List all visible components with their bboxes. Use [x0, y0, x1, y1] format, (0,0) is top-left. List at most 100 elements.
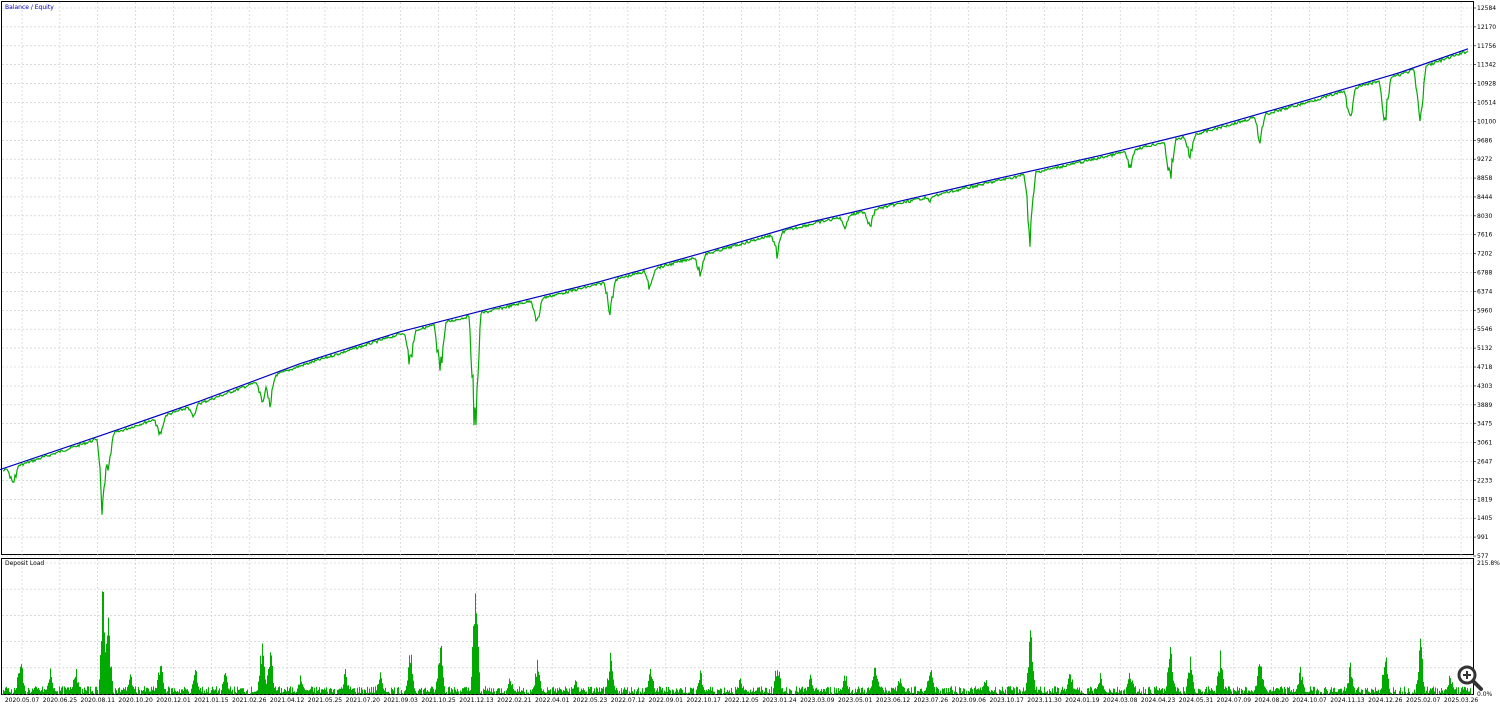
deposit-load-bar	[1043, 692, 1044, 694]
deposit-load-bar	[696, 689, 697, 694]
deposit-load-bar	[297, 688, 298, 694]
deposit-load-bar	[1374, 692, 1375, 694]
deposit-load-bar	[1101, 678, 1102, 694]
deposit-load-bar	[691, 688, 692, 694]
deposit-load-bar	[1212, 689, 1213, 694]
deposit-load-bar	[404, 691, 405, 694]
zoom-in-button[interactable]	[1456, 664, 1484, 692]
deposit-load-bar	[1163, 692, 1164, 694]
magnifier-plus-icon	[1457, 665, 1483, 691]
deposit-load-bar	[1027, 672, 1028, 694]
deposit-load-bar	[795, 690, 796, 694]
deposit-load-bar	[246, 691, 247, 694]
deposit-load-bar	[992, 690, 993, 694]
deposit-load-bar	[1111, 692, 1112, 694]
x-tick-label: 2022.04.01	[535, 697, 570, 704]
deposit-load-bar	[1247, 692, 1248, 694]
deposit-load-bar	[609, 671, 610, 694]
deposit-load-bar	[912, 693, 913, 694]
deposit-load-bar	[1179, 692, 1180, 694]
deposit-load-bar	[1249, 690, 1250, 694]
deposit-load-bar	[57, 691, 58, 694]
deposit-load-bar	[527, 692, 528, 694]
deposit-load-bar	[95, 686, 96, 694]
deposit-load-bar	[542, 691, 543, 694]
deposit-load-bar	[1174, 683, 1175, 694]
deposit-load-bar	[324, 688, 325, 694]
deposit-load-bar	[466, 686, 467, 694]
deposit-load-bar	[1452, 682, 1453, 694]
deposit-load-bar	[485, 686, 486, 694]
deposit-load-bar	[226, 676, 227, 694]
deposit-load-bar	[1305, 691, 1306, 694]
deposit-load-bar	[451, 688, 452, 694]
deposit-load-bar	[556, 692, 557, 694]
deposit-load-bar	[130, 674, 131, 694]
deposit-load-bar	[1355, 692, 1356, 694]
deposit-load-bar	[1423, 681, 1424, 694]
deposit-load-bar	[957, 693, 958, 694]
deposit-load-bar	[1382, 675, 1383, 694]
deposit-load-bar	[1429, 690, 1430, 694]
deposit-load-bar	[927, 681, 928, 694]
deposit-load-bar	[1189, 673, 1190, 694]
deposit-load-bar	[1294, 691, 1295, 694]
deposit-load-bar	[1451, 683, 1452, 694]
deposit-load-bar	[999, 689, 1000, 694]
deposit-load-bar	[480, 692, 481, 694]
deposit-load-bar	[184, 686, 185, 694]
deposit-load-bar	[903, 686, 904, 694]
deposit-load-bar	[1321, 691, 1322, 694]
deposit-load-bar	[578, 687, 579, 694]
deposit-load-bar	[929, 675, 930, 694]
deposit-load-bar	[888, 691, 889, 694]
deposit-load-bar	[208, 687, 209, 694]
deposit-load-bar	[595, 692, 596, 694]
x-tick-label: 2022.05.23	[573, 697, 608, 704]
deposit-load-bar	[241, 688, 242, 694]
deposit-load-bar	[1136, 693, 1137, 694]
deposit-load-bar	[540, 680, 541, 694]
deposit-load-bar	[889, 690, 890, 694]
deposit-load-bar	[674, 693, 675, 694]
deposit-load-bar	[443, 677, 444, 694]
deposit-load-bar	[1000, 690, 1001, 694]
deposit-load-bar	[521, 690, 522, 694]
deposit-load-bar	[887, 692, 888, 694]
deposit-load-bar	[501, 688, 502, 694]
deposit-load-bar	[458, 691, 459, 694]
deposit-load-bar	[107, 635, 108, 694]
deposit-load-bar	[173, 691, 174, 694]
deposit-load-bar	[344, 674, 345, 694]
y-tick-label: 0.0%	[1477, 691, 1493, 698]
deposit-load-bar	[657, 688, 658, 694]
deposit-load-bar	[1366, 689, 1367, 694]
deposit-load-bar	[393, 690, 394, 694]
deposit-load-bar	[1332, 691, 1333, 694]
y-tick-label: 5546	[1477, 326, 1492, 333]
deposit-load-bar	[1204, 691, 1205, 694]
deposit-load-bar	[1108, 692, 1109, 694]
deposit-load-bar	[763, 692, 764, 694]
deposit-load-bar	[411, 654, 412, 694]
deposit-load-bar	[538, 671, 539, 694]
deposit-load-bar	[1358, 686, 1359, 694]
deposit-load-bar	[988, 686, 989, 694]
deposit-load-bar	[67, 687, 68, 694]
deposit-load-bar	[856, 692, 857, 694]
deposit-load-bar	[1371, 688, 1372, 694]
deposit-load-bar	[453, 692, 454, 694]
deposit-load-bar	[1357, 688, 1358, 694]
deposit-load-bar	[218, 690, 219, 694]
deposit-load-bar	[1345, 691, 1346, 694]
deposit-load-bar	[500, 692, 501, 694]
deposit-load-bar	[938, 688, 939, 694]
deposit-load-bar	[930, 672, 931, 694]
deposit-load-bar	[839, 691, 840, 694]
deposit-load-bar	[150, 691, 151, 694]
deposit-load-bar	[1201, 692, 1202, 694]
deposit-load-bar	[416, 692, 417, 694]
deposit-load-bar	[1058, 688, 1059, 694]
deposit-load-bar	[541, 688, 542, 694]
deposit-load-bar	[267, 675, 268, 694]
